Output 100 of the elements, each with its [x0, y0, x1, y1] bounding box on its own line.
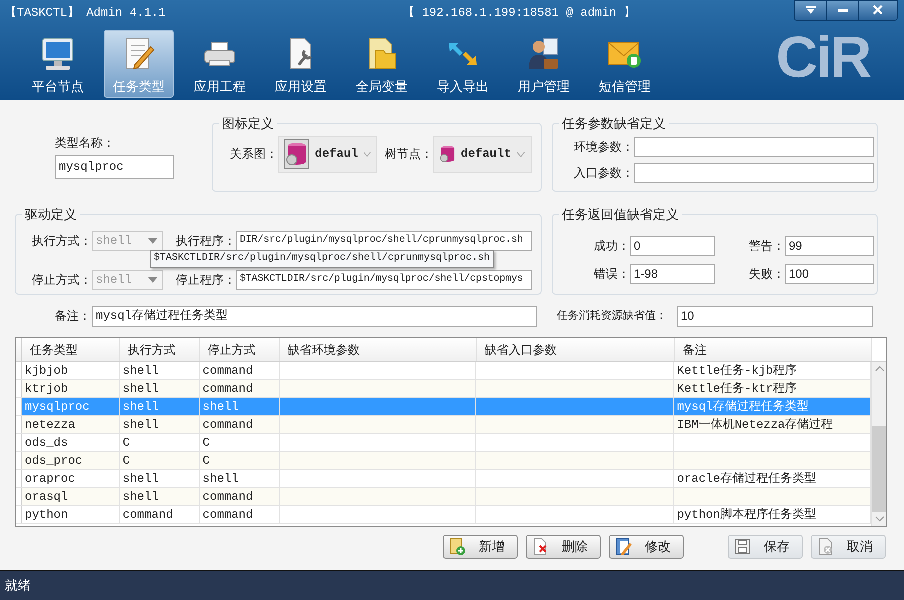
column-header[interactable]: 缺省环境参数	[280, 338, 477, 361]
input-field[interactable]: 0	[630, 236, 715, 256]
scrollbar[interactable]	[871, 362, 886, 526]
action-button[interactable]: 删除	[526, 535, 601, 559]
table-cell: C	[120, 434, 200, 451]
field-label: 入口参数：	[573, 164, 634, 182]
caret-icon	[364, 152, 371, 156]
table-cell: C	[120, 452, 200, 469]
toolbar-tab[interactable]: 应用设置	[266, 30, 336, 98]
input-field[interactable]: 100	[785, 264, 874, 284]
group-title: 图标定义	[221, 115, 275, 133]
table-row[interactable]: oraproc shell shell oracle存储过程任务类型	[16, 470, 871, 488]
table-cell: shell	[200, 398, 280, 415]
field-label: 停止方式：	[31, 272, 92, 288]
field-label: 警告：	[748, 238, 785, 254]
column-header[interactable]: 缺省入口参数	[477, 338, 675, 361]
table-cell: shell	[120, 488, 200, 505]
table-cell: shell	[200, 470, 280, 487]
field-label: 关系图：	[230, 146, 278, 163]
column-header[interactable]: 停止方式	[200, 338, 280, 361]
table-row[interactable]: orasql shell command	[16, 488, 871, 506]
field-label: 类型名称：	[55, 135, 116, 152]
field-label: 错误：	[593, 266, 630, 282]
table-cell: oraproc	[22, 470, 120, 487]
table-cell: python	[22, 506, 120, 523]
toolbar-tab[interactable]: 用户管理	[509, 30, 579, 98]
input-field[interactable]: 10	[677, 306, 873, 326]
field-label: 失败：	[748, 266, 785, 282]
close-button[interactable]	[859, 0, 897, 20]
group-title: 任务返回值缺省定义	[561, 206, 680, 224]
input-field[interactable]: 99	[785, 236, 874, 256]
window-title: 【TASKCTL】 Admin 4.1.1	[5, 5, 167, 22]
table-cell: shell	[120, 398, 200, 415]
table-row[interactable]: netezza shell command IBM一体机Netezza存储过程	[16, 416, 871, 434]
group-title: 驱动定义	[24, 206, 78, 224]
icon-dropdown[interactable]: default	[433, 136, 532, 172]
table-row[interactable]: ods_proc C C	[16, 452, 871, 470]
table-cell: command	[200, 380, 280, 397]
table-row[interactable]: kjbjob shell command Kettle任务-kjb程序	[16, 362, 871, 380]
input-field[interactable]: 1-98	[630, 264, 715, 284]
toolbar-tab[interactable]: 全局变量	[347, 30, 417, 98]
table-row[interactable]: ods_ds C C	[16, 434, 871, 452]
group-title: 任务参数缺省定义	[561, 115, 667, 133]
table-cell: ods_proc	[22, 452, 120, 469]
tooltip: $TASKCTLDIR/src/plugin/mysqlproc/shell/cprunmysqlproc.sh	[150, 250, 494, 268]
remark-field[interactable]: mysql存储过程任务类型	[92, 306, 537, 326]
table-cell: shell	[120, 416, 200, 433]
edit-notebook-icon	[615, 538, 633, 556]
table-cell: kjbjob	[22, 362, 120, 379]
stop-program-field[interactable]: $TASKCTLDIR/src/plugin/mysqlproc/shell/cpstopmys	[236, 270, 532, 290]
field-label: 任务消耗资源缺省值：	[557, 308, 668, 324]
toolbar-tab[interactable]: 应用工程	[185, 30, 255, 98]
table-cell: shell	[120, 362, 200, 379]
field-label: 停止程序：	[175, 272, 236, 288]
save-icon	[734, 538, 752, 556]
table-row[interactable]: python command command python脚本程序任务类型	[16, 506, 871, 524]
action-button[interactable]: 修改	[609, 535, 684, 559]
field-label: 执行方式：	[31, 232, 92, 250]
minimize-button[interactable]	[827, 0, 859, 20]
toolbar-tab[interactable]: 导入导出	[428, 30, 498, 98]
table-cell: command	[200, 506, 280, 523]
add-document-icon	[449, 538, 467, 556]
minimize-icon	[838, 8, 848, 12]
toolbar-tab[interactable]: 短信管理	[590, 30, 660, 98]
table-cell: C	[200, 434, 280, 451]
field-label: 执行程序：	[175, 232, 236, 250]
table-cell: command	[200, 416, 280, 433]
execute-program-field[interactable]: DIR/src/plugin/mysqlproc/shell/cprunmysqlproc.sh	[236, 230, 532, 250]
table-cell: ods_ds	[22, 434, 120, 451]
field-label: 备注：	[55, 308, 92, 325]
status-text: 就绪	[5, 576, 31, 595]
database-gear-icon	[286, 142, 308, 166]
caret-icon	[517, 152, 525, 156]
field-label: 树节点：	[385, 146, 433, 163]
connection-info: 【 192.168.1.199:18581 @ admin 】	[403, 5, 636, 22]
type-name-field[interactable]: mysqlproc	[55, 155, 174, 179]
table-cell: orasql	[22, 488, 120, 505]
action-button[interactable]: 新增	[443, 535, 518, 559]
monitor-icon	[40, 37, 76, 71]
table-cell: netezza	[22, 416, 120, 433]
close-icon	[873, 5, 883, 15]
column-header[interactable]: 执行方式	[120, 338, 200, 361]
table-row[interactable]: ktrjob shell command Kettle任务-ktr程序	[16, 380, 871, 398]
table-cell: C	[200, 452, 280, 469]
scrollbar-thumb[interactable]	[872, 426, 886, 512]
cancel-document-icon	[817, 538, 835, 556]
field-label: 环境参数：	[573, 138, 634, 156]
input-field[interactable]	[634, 136, 874, 156]
column-header[interactable]: 任务类型	[22, 338, 120, 361]
icon-dropdown[interactable]: defaul	[278, 136, 377, 172]
table-cell: shell	[120, 470, 200, 487]
logo: CiR	[776, 28, 870, 88]
field-label: 成功：	[593, 238, 630, 254]
dropdown-icon	[806, 6, 816, 14]
table-cell: mysqlproc	[22, 398, 120, 415]
input-field[interactable]	[634, 162, 874, 182]
database-gear-icon	[440, 145, 456, 163]
toolbar-tab[interactable]: 平台节点	[23, 30, 93, 98]
table-cell: command	[200, 362, 280, 379]
dropdown-button[interactable]	[795, 0, 827, 20]
